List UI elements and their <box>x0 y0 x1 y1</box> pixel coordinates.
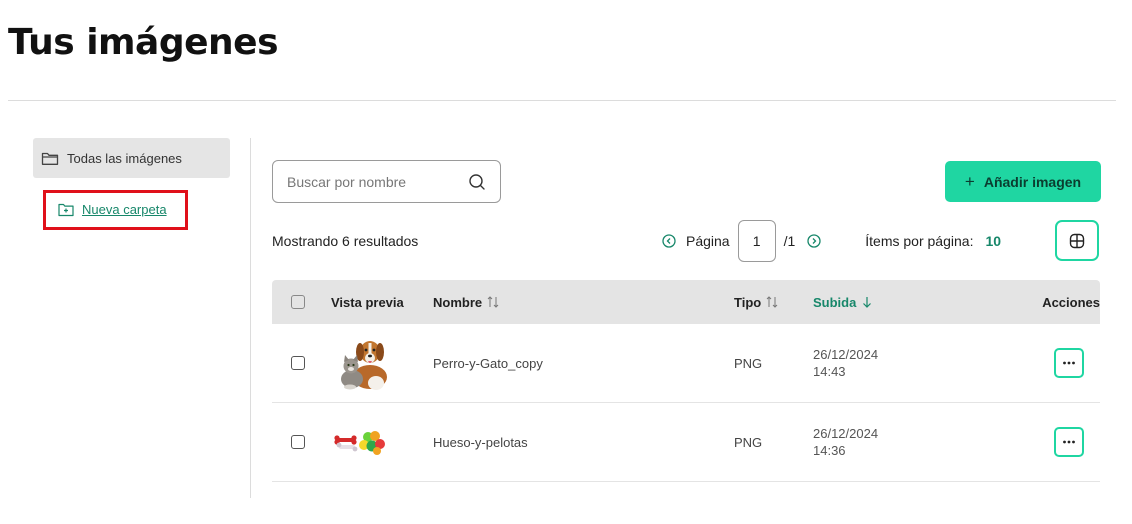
items-per-page-label: Ítems por página: <box>865 233 974 249</box>
plus-icon: + <box>964 171 975 191</box>
upload-date-day: 26/12/2024 <box>813 426 879 441</box>
sort-icon <box>487 296 499 308</box>
file-type: PNG <box>734 355 763 371</box>
row-checkbox[interactable] <box>291 435 305 449</box>
more-icon <box>1063 361 1075 365</box>
add-image-label: Añadir imagen <box>983 173 1082 190</box>
upload-date-time: 14:43 <box>813 364 846 379</box>
sort-icon <box>766 296 778 308</box>
row-checkbox[interactable] <box>291 356 305 370</box>
sidebar-divider <box>250 138 251 498</box>
previous-page-icon[interactable] <box>662 234 676 248</box>
file-name: Perro-y-Gato_copy <box>433 355 543 371</box>
new-folder-label: Nueva carpeta <box>82 202 167 217</box>
folder-icon <box>41 152 59 165</box>
folder-plus-icon <box>58 203 74 216</box>
pagination: Página 1 /1 Ítems por página: 10 <box>662 220 1001 262</box>
page-label: Página <box>686 233 730 249</box>
grid-view-button[interactable] <box>1055 220 1099 261</box>
add-image-button[interactable]: + Añadir imagen <box>945 161 1101 202</box>
header-uploaded-label: Subida <box>813 294 857 310</box>
row-actions-button[interactable] <box>1054 427 1084 457</box>
header-type-label: Tipo <box>734 294 762 310</box>
new-folder-link[interactable]: Nueva carpeta <box>58 202 167 217</box>
bone-balls-photo <box>334 403 390 481</box>
arrow-down-icon <box>863 297 872 308</box>
search-box[interactable] <box>272 160 501 203</box>
search-input[interactable] <box>287 173 468 190</box>
header-name[interactable]: Nombre <box>433 280 500 324</box>
sidebar-item-label: Todas las imágenes <box>67 150 182 166</box>
file-type: PNG <box>734 434 763 450</box>
page-number-input[interactable]: 1 <box>737 220 776 262</box>
upload-date: 26/12/2024 14:43 <box>813 324 878 402</box>
total-pages: /1 <box>783 233 796 249</box>
results-count: Mostrando 6 resultados <box>272 233 419 249</box>
select-all-checkbox[interactable] <box>291 295 305 309</box>
next-page-icon[interactable] <box>807 234 821 248</box>
upload-date-day: 26/12/2024 <box>813 347 879 362</box>
file-name: Hueso-y-pelotas <box>433 434 528 450</box>
search-icon[interactable] <box>468 173 486 191</box>
row-actions-button[interactable] <box>1054 348 1084 378</box>
table-row[interactable]: Hueso-y-pelotas PNG 26/12/2024 14:36 <box>272 403 1100 482</box>
header-actions: Acciones <box>1042 294 1100 310</box>
header-name-label: Nombre <box>433 294 483 310</box>
table-row[interactable]: Perro-y-Gato_copy PNG 26/12/2024 14:43 <box>272 324 1100 403</box>
items-per-page-select[interactable]: 10 <box>985 233 1001 249</box>
header-type[interactable]: Tipo <box>734 280 779 324</box>
header-uploaded[interactable]: Subida <box>813 280 872 324</box>
images-table: Vista previa Nombre Tipo Subida Acciones <box>272 280 1100 482</box>
grid-view-icon <box>1069 233 1085 248</box>
upload-date-time: 14:36 <box>813 443 846 458</box>
table-header: Vista previa Nombre Tipo Subida Acciones <box>272 280 1100 324</box>
sidebar-item-all-images[interactable]: Todas las imágenes <box>33 138 230 178</box>
more-icon <box>1063 440 1075 444</box>
title-divider <box>8 100 1116 101</box>
upload-date: 26/12/2024 14:36 <box>813 403 878 481</box>
header-preview: Vista previa <box>331 294 404 310</box>
page-title: Tus imágenes <box>8 22 279 63</box>
dog-cat-photo <box>332 324 398 402</box>
